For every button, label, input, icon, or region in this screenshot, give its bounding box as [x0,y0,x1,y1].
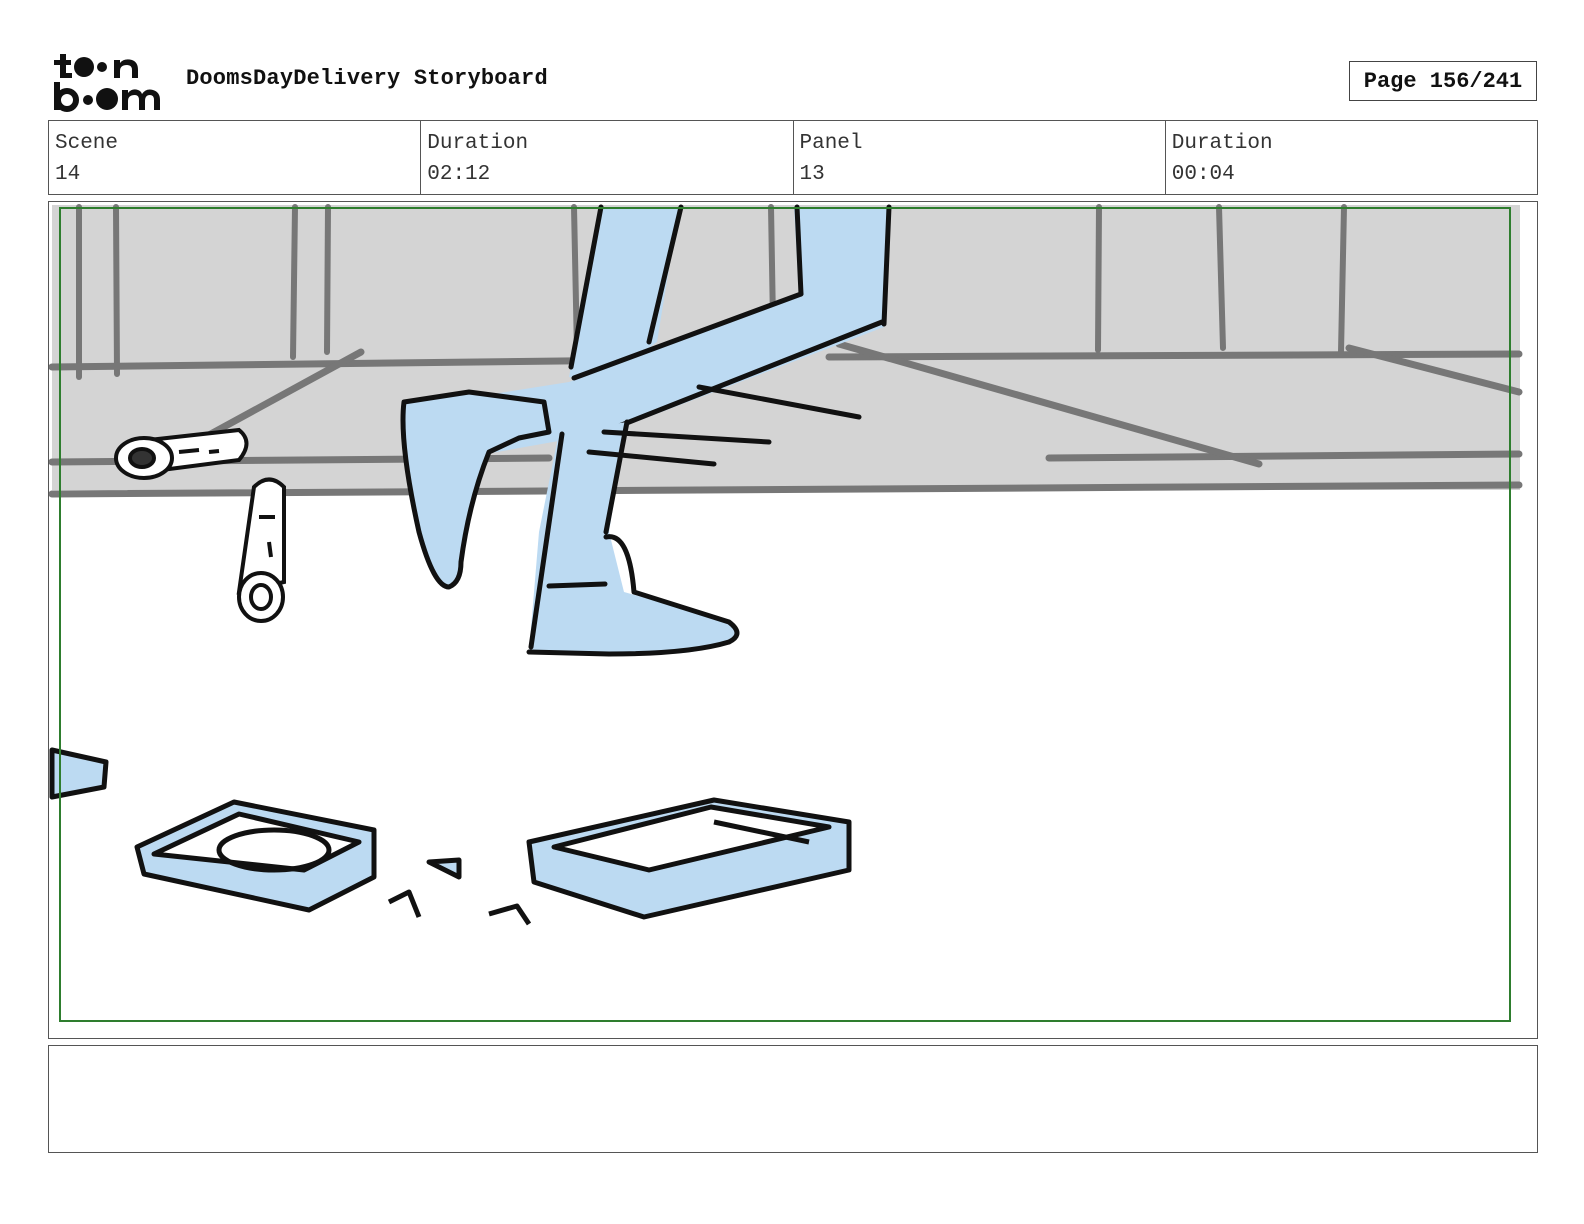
panel-duration-value: 00:04 [1171,163,1235,186]
scene-duration-cell: Duration 02:12 [421,121,794,194]
scene-duration-label: Duration [427,132,529,155]
scene-duration-value: 02:12 [427,163,491,186]
toonboom-logo [54,54,160,112]
document-title: DoomsDayDelivery Storyboard [186,66,548,91]
panel-duration-cell: Duration 00:04 [1166,121,1537,194]
scene-info-row: Scene 14 Duration 02:12 Panel 13 Duratio… [48,120,1538,195]
scene-label: Scene [55,132,119,155]
panel-label: Panel [799,132,863,155]
page-number: Page 156/241 [1349,61,1537,101]
scene-value: 14 [55,163,81,186]
panel-cell: Panel 13 [794,121,1166,194]
panel-drawing [49,204,1523,1038]
scene-cell: Scene 14 [49,121,422,194]
panel-value: 13 [799,163,825,186]
panel-notes [48,1045,1538,1153]
storyboard-panel [48,201,1538,1039]
panel-duration-label: Duration [1171,132,1273,155]
